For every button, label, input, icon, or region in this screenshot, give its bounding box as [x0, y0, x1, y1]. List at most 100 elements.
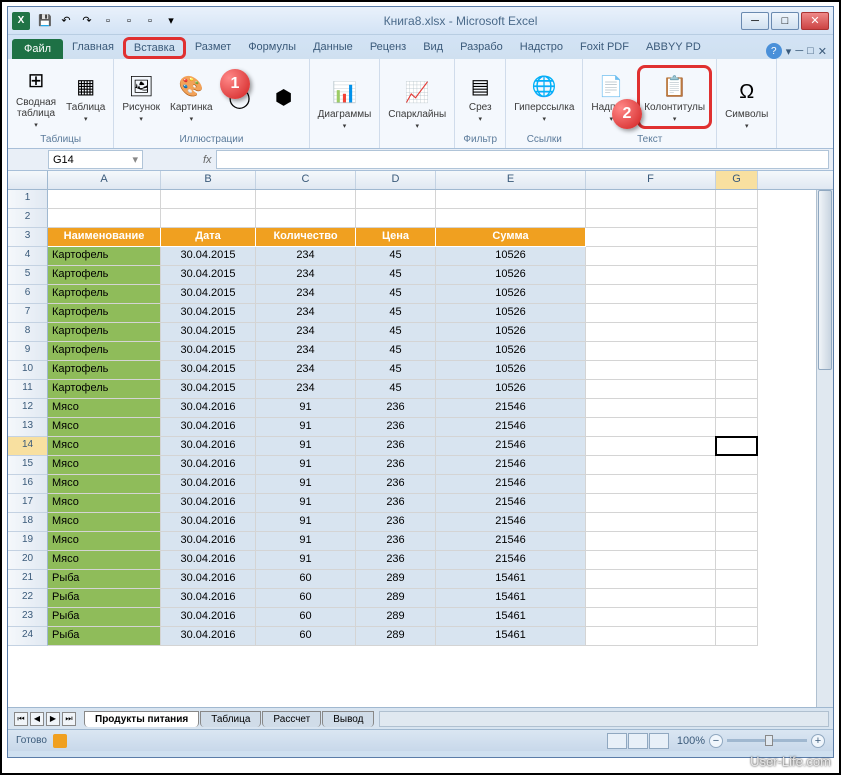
- sheet-nav-first-icon[interactable]: ⏮: [14, 712, 28, 726]
- cell[interactable]: Мясо: [48, 513, 161, 532]
- cell[interactable]: 10526: [436, 247, 586, 266]
- cell[interactable]: [586, 608, 716, 627]
- cell[interactable]: 234: [256, 380, 356, 399]
- row-header[interactable]: 9: [8, 342, 48, 361]
- cell[interactable]: 236: [356, 551, 436, 570]
- cell[interactable]: 10526: [436, 266, 586, 285]
- cell[interactable]: Мясо: [48, 456, 161, 475]
- cell[interactable]: Мясо: [48, 437, 161, 456]
- scrollbar-thumb[interactable]: [818, 190, 832, 370]
- fx-icon[interactable]: fx: [203, 154, 212, 166]
- cell[interactable]: 30.04.2015: [161, 304, 256, 323]
- cell[interactable]: 234: [256, 323, 356, 342]
- header-cell[interactable]: Цена: [356, 228, 436, 247]
- cell[interactable]: 10526: [436, 323, 586, 342]
- cell[interactable]: 236: [356, 437, 436, 456]
- row-header[interactable]: 8: [8, 323, 48, 342]
- doc-close-icon[interactable]: ✕: [818, 45, 827, 58]
- cell[interactable]: Картофель: [48, 285, 161, 304]
- row-header[interactable]: 1: [8, 190, 48, 209]
- cell[interactable]: [716, 361, 758, 380]
- help-icon[interactable]: ?: [766, 43, 782, 59]
- sparklines-button[interactable]: 📈Спарклайны▾: [384, 75, 450, 133]
- cell[interactable]: [436, 190, 586, 209]
- cell[interactable]: 30.04.2016: [161, 608, 256, 627]
- cell[interactable]: 30.04.2015: [161, 323, 256, 342]
- cell[interactable]: 234: [256, 361, 356, 380]
- row-header[interactable]: 20: [8, 551, 48, 570]
- ribbon-minimize-icon[interactable]: ▾: [786, 45, 792, 58]
- cell[interactable]: 234: [256, 342, 356, 361]
- smartart-button[interactable]: ⬢: [263, 79, 305, 115]
- cell[interactable]: 91: [256, 456, 356, 475]
- cell[interactable]: Мясо: [48, 532, 161, 551]
- normal-view-button[interactable]: [607, 733, 627, 749]
- cell[interactable]: 236: [356, 418, 436, 437]
- cell[interactable]: [48, 209, 161, 228]
- cell[interactable]: 236: [356, 475, 436, 494]
- cell[interactable]: 45: [356, 323, 436, 342]
- cell[interactable]: Картофель: [48, 361, 161, 380]
- cell[interactable]: Рыба: [48, 570, 161, 589]
- cell[interactable]: 60: [256, 570, 356, 589]
- row-header[interactable]: 10: [8, 361, 48, 380]
- cell[interactable]: [716, 342, 758, 361]
- header-cell[interactable]: Дата: [161, 228, 256, 247]
- cell[interactable]: Картофель: [48, 342, 161, 361]
- row-header[interactable]: 16: [8, 475, 48, 494]
- cell[interactable]: Мясо: [48, 551, 161, 570]
- cell[interactable]: Мясо: [48, 399, 161, 418]
- cell[interactable]: [716, 323, 758, 342]
- cell[interactable]: 10526: [436, 342, 586, 361]
- sheet-tab[interactable]: Вывод: [322, 711, 374, 727]
- column-header[interactable]: B: [161, 171, 256, 189]
- cell[interactable]: 10526: [436, 304, 586, 323]
- cell[interactable]: 30.04.2016: [161, 627, 256, 646]
- cell[interactable]: [161, 190, 256, 209]
- cell[interactable]: 21546: [436, 418, 586, 437]
- column-header[interactable]: D: [356, 171, 436, 189]
- tab-abbyy pd[interactable]: ABBYY PD: [638, 37, 709, 59]
- cell[interactable]: [586, 399, 716, 418]
- cell[interactable]: 234: [256, 247, 356, 266]
- redo-icon[interactable]: ↷: [78, 12, 96, 30]
- cell[interactable]: 15461: [436, 589, 586, 608]
- cell[interactable]: [586, 532, 716, 551]
- cell[interactable]: 45: [356, 285, 436, 304]
- cell[interactable]: [256, 209, 356, 228]
- cell[interactable]: [586, 475, 716, 494]
- cell[interactable]: 60: [256, 608, 356, 627]
- cell[interactable]: [716, 399, 758, 418]
- cell[interactable]: 30.04.2016: [161, 418, 256, 437]
- row-header[interactable]: 6: [8, 285, 48, 304]
- row-header[interactable]: 24: [8, 627, 48, 646]
- cell[interactable]: [716, 475, 758, 494]
- qat-btn[interactable]: ▫: [141, 12, 159, 30]
- cell[interactable]: [586, 209, 716, 228]
- cell[interactable]: Картофель: [48, 323, 161, 342]
- doc-minimize-icon[interactable]: ─: [795, 45, 803, 57]
- cell[interactable]: 21546: [436, 532, 586, 551]
- slicer-button[interactable]: ▤Срез▾: [459, 68, 501, 126]
- tab-размет[interactable]: Размет: [187, 37, 239, 59]
- cell[interactable]: 21546: [436, 551, 586, 570]
- cell[interactable]: 236: [356, 456, 436, 475]
- column-header[interactable]: C: [256, 171, 356, 189]
- minimize-button[interactable]: ─: [741, 12, 769, 30]
- cell[interactable]: [161, 209, 256, 228]
- cell[interactable]: 21546: [436, 513, 586, 532]
- qat-btn[interactable]: ▫: [99, 12, 117, 30]
- tab-разрабо[interactable]: Разрабо: [452, 37, 511, 59]
- row-header[interactable]: 12: [8, 399, 48, 418]
- cell[interactable]: 91: [256, 532, 356, 551]
- tab-вид[interactable]: Вид: [415, 37, 451, 59]
- row-header[interactable]: 13: [8, 418, 48, 437]
- tab-данные[interactable]: Данные: [305, 37, 361, 59]
- vertical-scrollbar[interactable]: [816, 190, 833, 707]
- cell[interactable]: [716, 608, 758, 627]
- cell[interactable]: [586, 589, 716, 608]
- header-cell[interactable]: Количество: [256, 228, 356, 247]
- sheet-nav-prev-icon[interactable]: ◀: [30, 712, 44, 726]
- table-button[interactable]: ▦Таблица▾: [62, 68, 109, 126]
- cell[interactable]: 60: [256, 627, 356, 646]
